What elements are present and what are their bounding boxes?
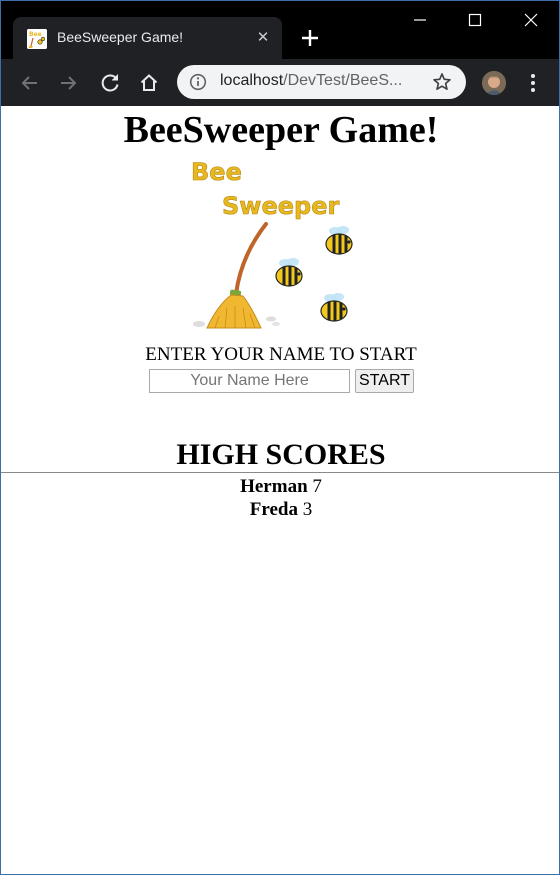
high-scores-divider [1,472,559,473]
page-title: BeeSweeper Game! [123,109,439,151]
score-value: 7 [312,476,322,497]
score-value: 3 [302,499,313,520]
logo-text-bee: Bee [191,158,242,186]
browser-window: Bee BeeSweeper Game! ✕ localhost/DevTest… [0,0,560,875]
score-name: Freda [249,499,298,520]
profile-avatar[interactable] [482,71,506,95]
window-close-icon[interactable] [508,1,554,41]
start-button[interactable]: START [355,369,414,393]
bookmark-star-icon[interactable] [432,72,452,92]
url-host: localhost [220,72,284,89]
minimize-icon[interactable] [397,1,443,41]
tab-title: BeeSweeper Game! [57,29,184,45]
url-text: localhost/DevTest/BeeS... [220,72,402,90]
high-scores-list: Herman 7 Freda 3 [1,475,559,521]
new-tab-icon[interactable] [297,25,323,51]
score-name: Herman [240,476,308,497]
maximize-icon[interactable] [452,1,498,41]
url-path: /DevTest/BeeS... [283,72,403,89]
tab-strip: Bee BeeSweeper Game! ✕ [1,1,559,59]
home-icon[interactable] [135,69,163,97]
score-row: Herman 7 [1,475,559,498]
info-icon[interactable] [189,73,207,91]
name-prompt: ENTER YOUR NAME TO START [145,344,417,365]
favicon-icon: Bee [27,29,47,49]
page-content: BeeSweeper Game! Bee Sweeper ENTER YOUR … [1,106,559,874]
reload-icon[interactable] [96,69,124,97]
name-input[interactable] [149,369,350,393]
browser-tab[interactable]: Bee BeeSweeper Game! ✕ [13,17,282,59]
high-scores-heading: HIGH SCORES [176,438,386,471]
svg-text:Bee: Bee [29,31,42,38]
browser-toolbar: localhost/DevTest/BeeS... [1,59,559,106]
beesweeper-logo: Bee Sweeper [189,156,364,331]
tab-close-icon[interactable]: ✕ [253,27,273,47]
back-icon[interactable] [15,69,43,97]
menu-dots-icon[interactable] [523,71,543,95]
address-bar[interactable]: localhost/DevTest/BeeS... [177,65,466,99]
forward-icon[interactable] [55,69,83,97]
score-row: Freda 3 [1,498,559,521]
logo-text-sweeper: Sweeper [222,192,339,220]
